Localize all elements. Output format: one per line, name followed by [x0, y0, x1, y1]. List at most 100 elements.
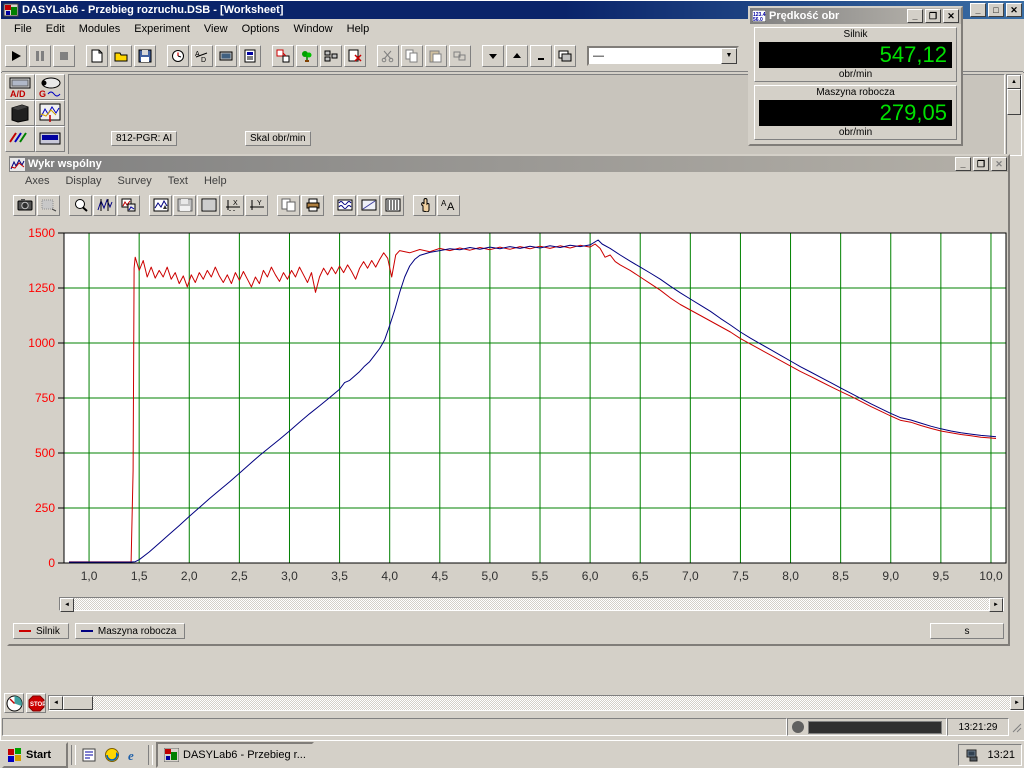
menu-item-edit[interactable]: Edit: [39, 21, 72, 37]
clock-icon[interactable]: [167, 44, 189, 67]
x-axis-icon[interactable]: X: [221, 194, 244, 216]
minimize-button[interactable]: _: [970, 3, 986, 17]
legend-line-silnik: [19, 630, 31, 632]
app-scroll-thumb[interactable]: [63, 696, 93, 710]
scroll-track[interactable]: [74, 598, 989, 610]
worksheet-module-1[interactable]: 812-PGR: AI: [111, 131, 178, 146]
chart-restore-button[interactable]: ❐: [973, 157, 989, 171]
display-module-icon[interactable]: [215, 44, 237, 67]
close-button[interactable]: ✕: [1006, 3, 1022, 17]
cube-module-icon[interactable]: [5, 100, 35, 126]
module-list-icon[interactable]: [320, 44, 342, 67]
app-scroll-left-button[interactable]: ◄: [49, 696, 63, 710]
print-preview-icon[interactable]: [37, 194, 60, 216]
up-arrow-icon[interactable]: [506, 44, 528, 67]
chart-minimize-button[interactable]: _: [955, 157, 971, 171]
hand-pointer-icon[interactable]: [413, 194, 436, 216]
app-scroll-track[interactable]: [93, 696, 1010, 710]
gauge-icon[interactable]: [4, 693, 24, 713]
chart-menu-survey[interactable]: Survey: [110, 174, 160, 188]
show-desktop-icon[interactable]: [79, 745, 99, 765]
menu-item-file[interactable]: File: [7, 21, 39, 37]
run-icon[interactable]: [5, 44, 27, 67]
arrange-icon[interactable]: [449, 44, 471, 67]
worksheet-scrollbar-vertical[interactable]: ▲: [1006, 74, 1022, 156]
internet-explorer-icon[interactable]: e: [125, 745, 145, 765]
explorer-icon[interactable]: [102, 745, 122, 765]
save-data-icon[interactable]: [173, 194, 196, 216]
scroll-view-icon[interactable]: [149, 194, 172, 216]
menu-item-view[interactable]: View: [197, 21, 235, 37]
ad-converter-icon[interactable]: AD: [191, 44, 213, 67]
chart-menu-axes[interactable]: Axes: [17, 174, 57, 188]
open-folder-icon[interactable]: [110, 44, 132, 67]
signal-icon[interactable]: [5, 126, 35, 152]
scroll-thumb[interactable]: [1007, 89, 1021, 115]
app-scrollbar-horizontal[interactable]: ◄ ►: [48, 695, 1024, 711]
cut-scissors-icon[interactable]: [377, 44, 399, 67]
x-axis-labels: 1,0 1,5 2,0 2,5 3,0 3,5 4,0 4,5 5,0 5,5 6,0 6,5 7,0 7…: [11, 569, 1008, 585]
layout-icon[interactable]: [272, 44, 294, 67]
copy-icon[interactable]: [401, 44, 423, 67]
chart-menu-display[interactable]: Display: [57, 174, 109, 188]
y-axis-icon[interactable]: Y: [245, 194, 268, 216]
menu-item-experiment[interactable]: Experiment: [127, 21, 197, 37]
legend-item-maszyna[interactable]: Maszyna robocza: [74, 623, 186, 639]
plot-scrollbar-horizontal[interactable]: ◄ ►: [59, 597, 1004, 612]
display-icon[interactable]: [35, 126, 65, 152]
scroll-left-button[interactable]: ◄: [60, 598, 74, 612]
meter-minimize-button[interactable]: _: [907, 9, 923, 23]
waveform-icon[interactable]: [333, 194, 356, 216]
curve-tool-icon[interactable]: [93, 194, 116, 216]
minimize-icon[interactable]: [530, 44, 552, 67]
down-arrow-icon[interactable]: [482, 44, 504, 67]
grid-dots-icon[interactable]: [197, 194, 220, 216]
printer-icon[interactable]: [301, 194, 324, 216]
menu-item-modules[interactable]: Modules: [72, 21, 128, 37]
legend-item-silnik[interactable]: Silnik: [13, 623, 69, 639]
experiment-combo[interactable]: — ▼: [587, 45, 739, 66]
menu-item-help[interactable]: Help: [340, 21, 377, 37]
chevron-down-icon[interactable]: ▼: [721, 47, 737, 64]
worksheet-module-2[interactable]: Skal obr/min: [245, 131, 311, 146]
paste-icon[interactable]: [425, 44, 447, 67]
chart-menu-help[interactable]: Help: [196, 174, 235, 188]
taskbar-item-dasylab[interactable]: DASYLab6 - Przebieg r...: [156, 741, 314, 768]
copy-icon[interactable]: [277, 194, 300, 216]
font-icon[interactable]: AA: [437, 194, 460, 216]
app-scroll-right-button[interactable]: ►: [1010, 696, 1024, 710]
meter-close-button[interactable]: ✕: [943, 9, 959, 23]
scroll-right-button[interactable]: ►: [989, 598, 1003, 612]
window-tile-icon[interactable]: [554, 44, 576, 67]
stop-sign-icon[interactable]: STOP: [26, 693, 46, 713]
scatter-icon[interactable]: [357, 194, 380, 216]
zoom-icon[interactable]: [69, 194, 92, 216]
pause-icon[interactable]: [29, 44, 51, 67]
maximize-button[interactable]: □: [988, 3, 1004, 17]
bars-icon[interactable]: [381, 194, 404, 216]
start-button[interactable]: Start: [2, 741, 68, 768]
plant-icon[interactable]: [296, 44, 318, 67]
stop-icon[interactable]: [53, 44, 75, 67]
meter-window-controls: _ ❐ ✕: [907, 9, 959, 23]
network-icon[interactable]: [965, 747, 981, 763]
camera-icon[interactable]: [13, 194, 36, 216]
chart-menu-text[interactable]: Text: [160, 174, 196, 188]
scroll-up-button[interactable]: ▲: [1007, 75, 1021, 89]
module-delete-icon[interactable]: [344, 44, 366, 67]
x-unit-label: s: [930, 623, 1004, 639]
ad-input-icon[interactable]: A/D: [5, 74, 35, 100]
menu-item-options[interactable]: Options: [235, 21, 287, 37]
new-document-icon[interactable]: [86, 44, 108, 67]
meter-restore-button[interactable]: ❐: [925, 9, 941, 23]
generator-icon[interactable]: G: [35, 74, 65, 100]
resize-grip-icon[interactable]: [1009, 720, 1023, 734]
save-disk-icon[interactable]: [134, 44, 156, 67]
info-module-icon[interactable]: [239, 44, 261, 67]
menu-item-window[interactable]: Window: [287, 21, 340, 37]
chart-plot[interactable]: 0 250 500 750 1000 1250 1500: [11, 220, 1008, 569]
chart-module-icon[interactable]: [35, 100, 65, 126]
picture-icon[interactable]: [117, 194, 140, 216]
meter-unit-maszyna: obr/min: [838, 127, 873, 138]
chart-close-button[interactable]: ✕: [991, 157, 1007, 171]
